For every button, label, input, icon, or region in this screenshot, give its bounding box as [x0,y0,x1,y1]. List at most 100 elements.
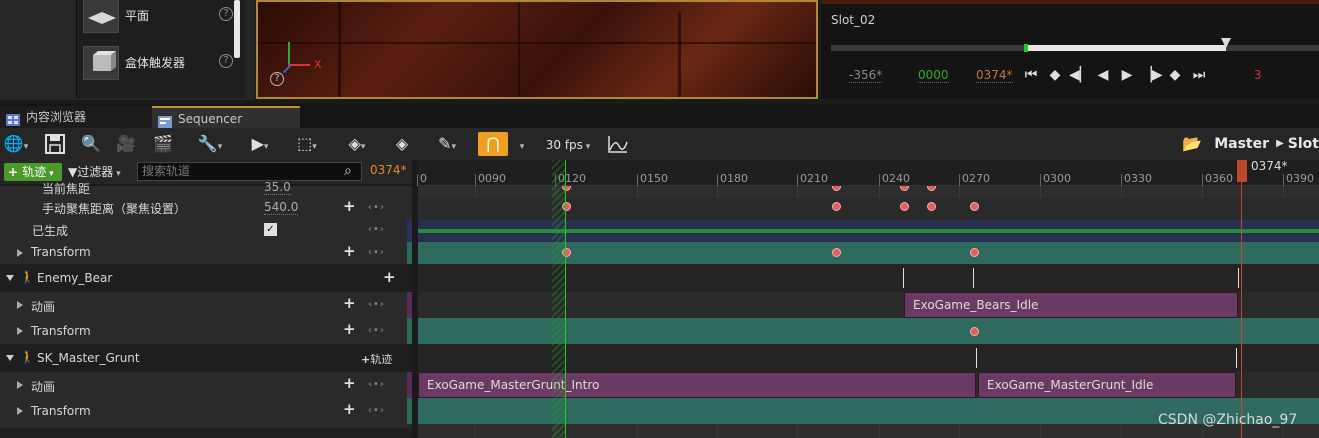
render-movie-icon[interactable]: 🎬 [150,132,176,156]
add-track-button[interactable]: +轨迹 [361,351,392,367]
key-navigation-icon[interactable]: ‹•› [368,325,385,336]
tab-sequencer[interactable]: Sequencer [152,106,300,128]
property-value-field[interactable]: 540.0 [264,200,299,215]
keyframe[interactable] [927,202,936,211]
track-row-animation[interactable]: 动画 + ‹•› [0,372,412,398]
folder-icon[interactable]: 📂 [1182,132,1202,156]
add-key-icon[interactable]: + [343,320,356,338]
tab-label: Sequencer [178,112,243,126]
place-panel-scrollbar[interactable] [234,0,240,58]
settings-wrench-icon[interactable]: 🔧▾ [192,132,228,156]
add-key-icon[interactable]: + [343,374,356,392]
selection-options-icon[interactable]: ⬚▾ [290,132,324,156]
snap-options-dropdown[interactable]: ▾ [512,132,532,156]
ruler-tick-label: 0270 [962,172,990,185]
play-icon[interactable]: ▶ [1117,65,1137,85]
playback-options-icon[interactable]: ▶▾ [244,132,276,156]
axis-y-icon [288,42,290,66]
track-row-spawned[interactable]: 已生成 ✓ ‹•› [0,220,412,242]
world-settings-icon[interactable]: 🌐▾ [2,132,30,156]
keyframe[interactable] [832,248,841,257]
current-frame-readout[interactable]: 0374* [370,163,407,177]
anim-section-grunt-idle[interactable]: ExoGame_MasterGrunt_Idle [978,372,1236,398]
track-row-transform[interactable]: Transform + ‹•› [0,318,412,344]
keyframe[interactable] [900,202,909,211]
playback-start-line[interactable] [565,160,566,438]
next-key-icon[interactable]: ◆ [1165,65,1185,85]
ruler-tick-line [637,174,638,186]
expand-arrow-icon[interactable] [17,327,23,335]
frame-rate-dropdown[interactable]: 30 fps ▾ [542,132,594,156]
add-key-icon[interactable]: + [343,294,356,312]
slot-label: Slot_02 [831,13,876,27]
collapse-arrow-icon[interactable] [6,355,14,361]
expand-arrow-icon[interactable] [17,381,23,389]
key-options-icon[interactable]: ◈▾ [340,132,374,156]
loop-end-marker[interactable]: 3 [1254,68,1262,82]
box-trigger-icon [83,46,119,80]
track-row-animation[interactable]: 动画 + ‹•› [0,292,412,318]
tab-content-browser[interactable]: 内容浏览器 [0,106,152,128]
add-key-icon[interactable]: + [343,242,356,260]
anim-section-bears-idle[interactable]: ExoGame_Bears_Idle [904,292,1238,318]
keyframe[interactable] [970,327,979,336]
track-color-bar [407,242,412,264]
collapse-arrow-icon[interactable] [6,275,14,281]
key-navigation-icon[interactable]: ‹•› [368,247,385,258]
key-navigation-icon[interactable]: ‹•› [368,405,385,416]
curve-editor-icon[interactable] [604,132,632,156]
keyframe[interactable] [927,186,936,191]
jump-to-end-icon[interactable]: ⏭ [1189,65,1209,85]
help-icon[interactable]: ? [219,54,233,68]
add-key-icon[interactable]: + [343,400,356,418]
level-viewport[interactable]: X ? [256,0,818,99]
key-navigation-icon[interactable]: ‹•› [368,202,385,213]
step-forward-icon[interactable]: ▕▶ [1141,65,1163,85]
axis-z-icon [282,64,292,74]
key-navigation-icon[interactable]: ‹•› [368,299,385,310]
camera-icon[interactable]: 🎥 [112,132,140,156]
track-row-manual-focus[interactable]: 手动聚焦距离（聚焦设置） 540.0 + ‹•› [0,197,412,220]
prev-key-icon[interactable]: ◆ [1045,65,1065,85]
add-key-icon[interactable]: + [343,197,356,215]
track-row-current-focal[interactable]: 当前焦距 35.0 [0,178,412,198]
step-back-icon[interactable]: ◀▏ [1069,65,1091,85]
search-asset-icon[interactable]: 🔍 [78,132,104,156]
auto-key-icon[interactable]: ◈ [390,132,414,156]
track-row-transform[interactable]: Transform + ‹•› [0,398,412,424]
save-icon[interactable] [42,132,68,156]
track-row-transform[interactable]: Transform + ‹•› [0,242,412,264]
keyframe[interactable] [832,202,841,211]
place-item-box-trigger[interactable]: 盒体触发器 ? [83,44,243,84]
current-frame-field[interactable]: 0000 [918,68,949,83]
add-track-icon[interactable]: + [383,268,396,286]
range-start-marker[interactable] [1024,44,1028,52]
jump-to-start-icon[interactable]: ⏮ [1021,65,1041,85]
property-value-field[interactable]: 35.0 [264,180,291,195]
help-icon[interactable]: ? [219,7,233,21]
expand-arrow-icon[interactable] [17,249,23,257]
snap-magnet-icon[interactable]: ⋂ [478,132,508,156]
track-row-sk-master-grunt[interactable]: 🚶 SK_Master_Grunt +轨迹 [0,344,412,372]
track-row-enemy-bear[interactable]: 🚶 Enemy_Bear + [0,264,412,292]
search-icon[interactable]: ⌕ [344,163,360,179]
edit-mode-icon[interactable]: ✎▾ [430,132,464,156]
viewport-help-icon[interactable]: ? [270,72,284,86]
key-navigation-icon[interactable]: ‹•› [368,224,385,235]
place-item-plane[interactable]: 平面 ? [83,0,243,37]
playhead-handle[interactable] [1237,160,1247,182]
breadcrumb-master[interactable]: Master [1214,132,1269,156]
spawned-checkbox[interactable]: ✓ [264,223,277,236]
expand-arrow-icon[interactable] [17,301,23,309]
key-navigation-icon[interactable]: ‹•› [368,379,385,390]
anim-section-grunt-intro[interactable]: ExoGame_MasterGrunt_Intro [418,372,976,398]
keyframe[interactable] [900,186,909,191]
breadcrumb-slot[interactable]: Slot [1288,132,1319,156]
play-reverse-icon[interactable]: ◀ [1093,65,1113,85]
start-frame-field[interactable]: -356* [849,68,883,83]
expand-arrow-icon[interactable] [17,407,23,415]
end-frame-field[interactable]: 0374* [976,68,1013,83]
keyframe[interactable] [832,186,841,191]
keyframe[interactable] [970,248,979,257]
keyframe[interactable] [970,202,979,211]
